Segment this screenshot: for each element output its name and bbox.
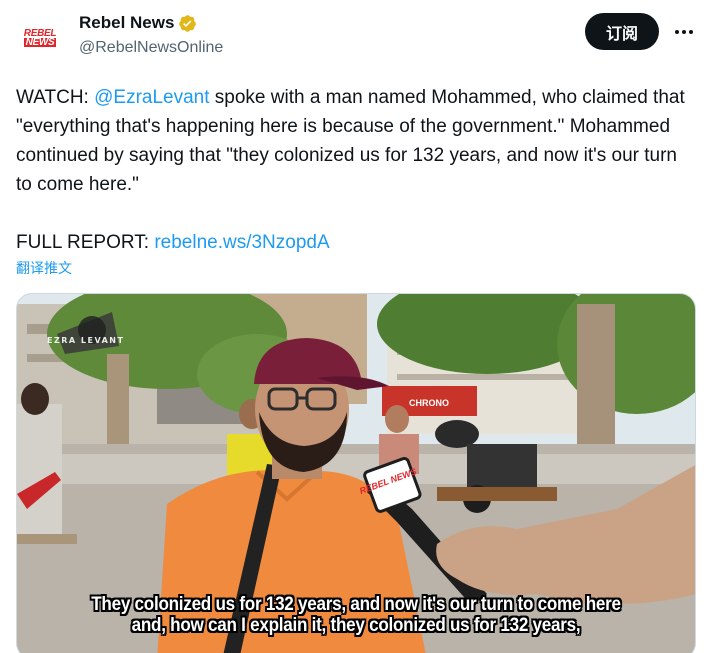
account-avatar[interactable]: REBEL NEWS — [18, 16, 62, 60]
ezra-levant-watermark: EZRA LEVANT — [47, 336, 125, 345]
subtitle-line-2: and, how can I explain it, they colonize… — [131, 615, 581, 636]
account-handle[interactable]: @RebelNewsOnline — [79, 39, 223, 57]
logo-line-2: NEWS — [23, 37, 57, 48]
subscribe-button[interactable]: 订阅 — [585, 13, 659, 50]
tweet-body: WATCH: @EzraLevant spoke with a man name… — [16, 83, 696, 199]
translate-tweet-link[interactable]: 翻译推文 — [16, 258, 72, 278]
tweet-prefix: WATCH: — [16, 87, 95, 108]
more-dots-icon — [675, 30, 693, 34]
display-name[interactable]: Rebel News — [79, 13, 174, 33]
report-line: FULL REPORT: rebelne.ws/3NzopdA — [16, 228, 696, 257]
subtitle-line-1: They colonized us for 132 years, and now… — [91, 594, 621, 615]
account-name-row: Rebel News — [79, 13, 197, 33]
report-link[interactable]: rebelne.ws/3NzopdA — [154, 232, 329, 253]
report-label: FULL REPORT: — [16, 232, 155, 253]
tweet-text: WATCH: @EzraLevant spoke with a man name… — [16, 83, 696, 257]
mention-link[interactable]: @EzraLevant — [94, 87, 209, 108]
video-media[interactable]: CHRONO REBEL NEWS EZRA LEVANT They colon… — [16, 293, 696, 653]
more-options-button[interactable] — [670, 18, 698, 46]
video-subtitles: They colonized us for 132 years, and now… — [51, 594, 661, 636]
shop-sign-text: CHRONO — [409, 398, 449, 408]
verified-badge-icon[interactable] — [178, 14, 197, 33]
